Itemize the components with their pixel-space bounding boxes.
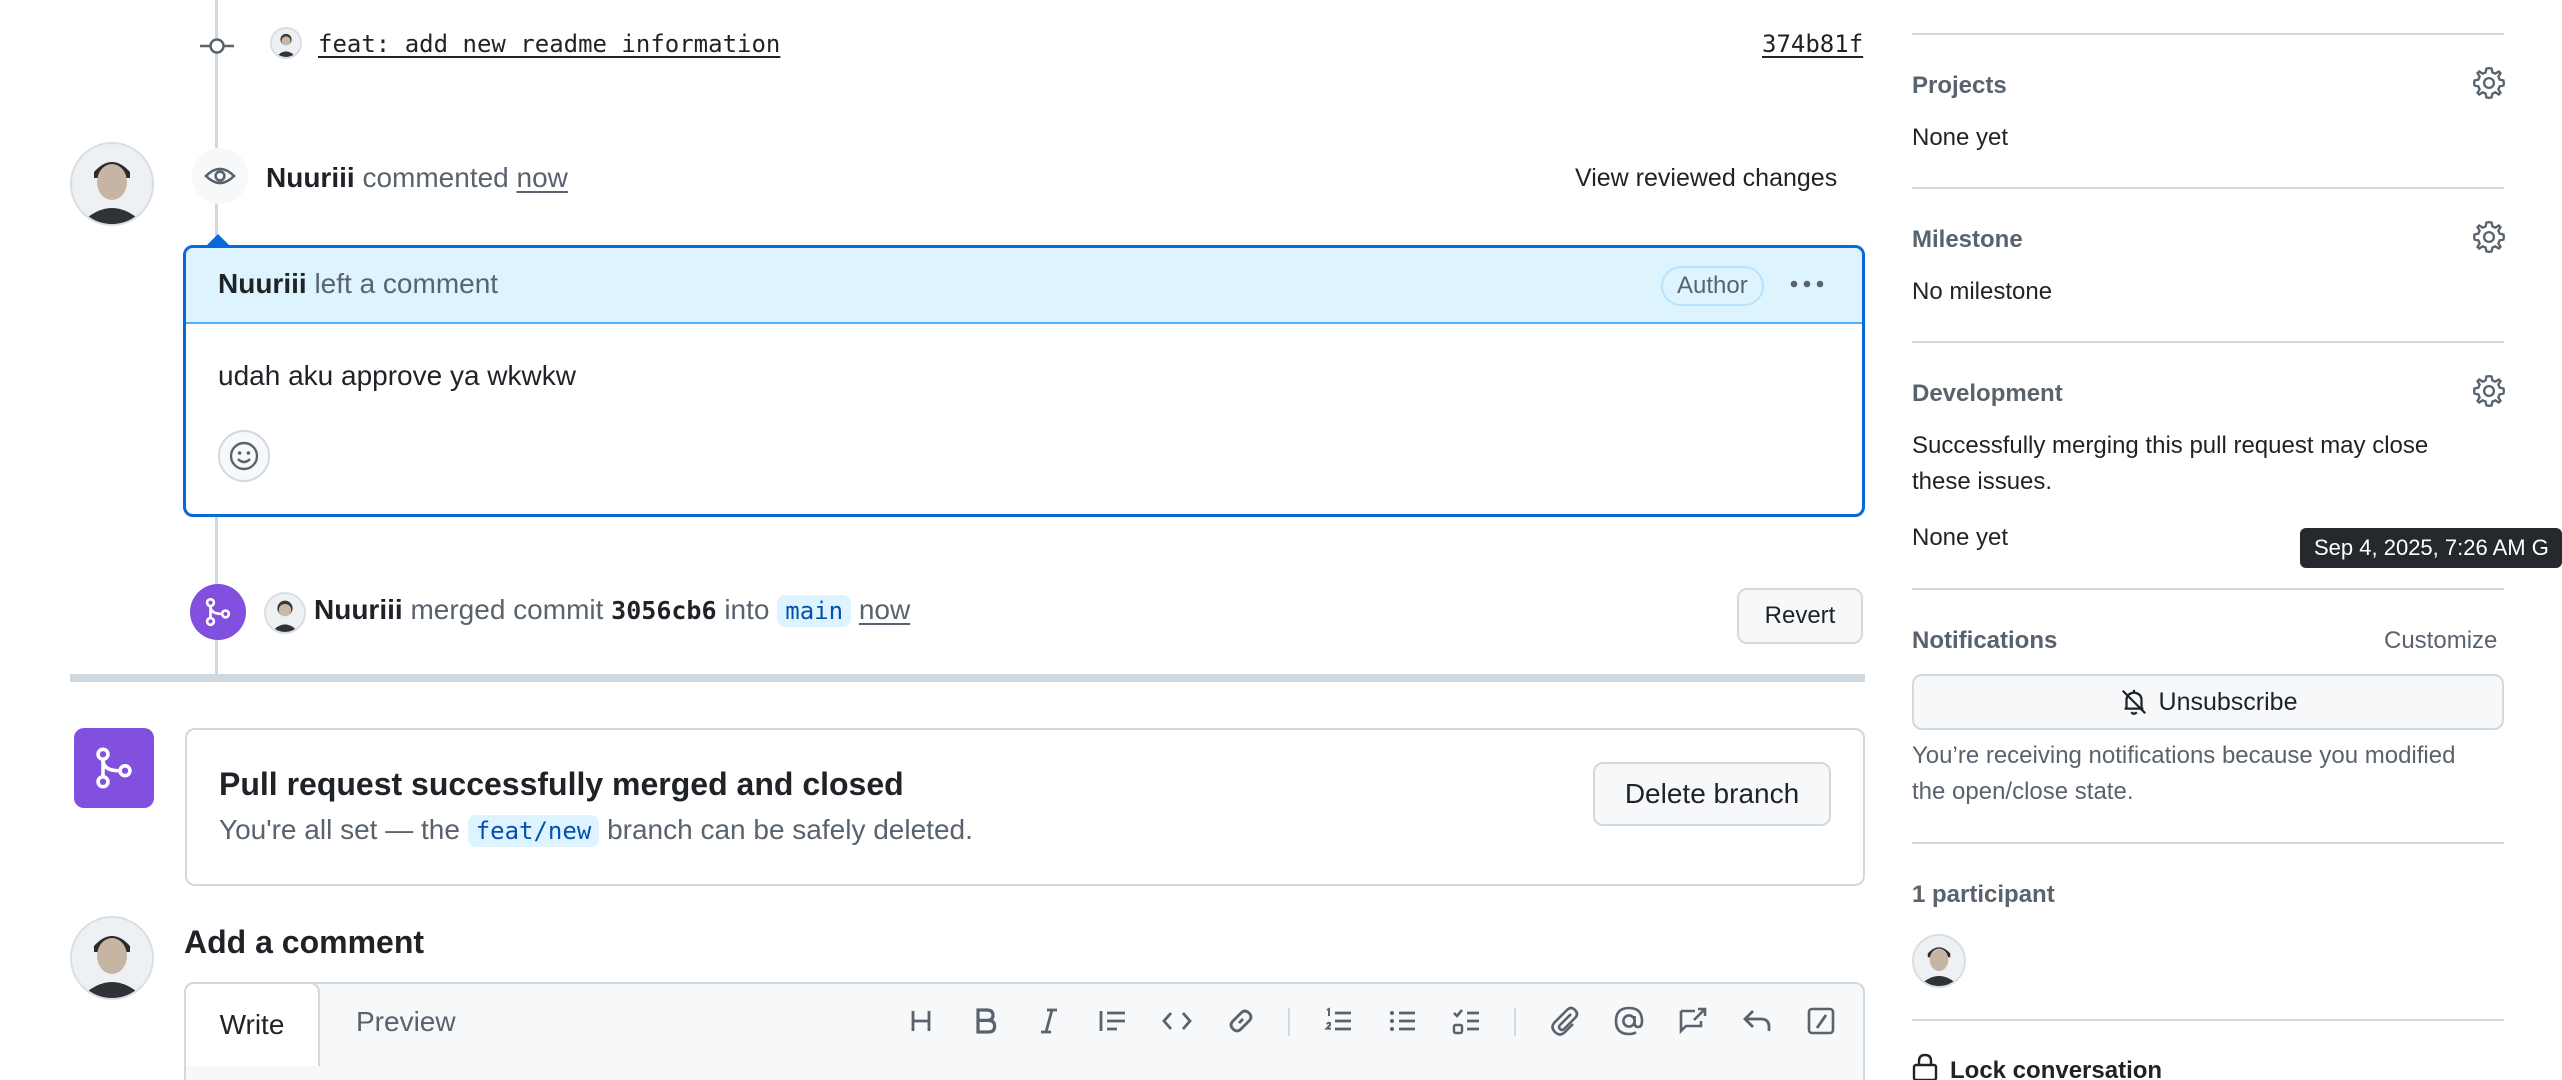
development-title[interactable]: Development — [1912, 380, 2063, 408]
merged-description: You're all set — the feat/new branch can… — [219, 814, 973, 847]
slash-command-icon[interactable] — [1804, 1004, 1838, 1038]
comment-body: udah aku approve ya wkwkw — [218, 360, 576, 391]
view-reviewed-changes-button[interactable]: View reviewed changes — [1575, 164, 1837, 193]
sidebar-divider — [1912, 187, 2504, 189]
projects-gear-icon[interactable] — [2472, 66, 2506, 100]
merged-text-before: You're all set — the — [219, 814, 460, 845]
lock-label: Lock conversation — [1950, 1057, 2163, 1080]
add-comment-title: Add a comment — [184, 924, 425, 960]
link-icon[interactable] — [1224, 1004, 1258, 1038]
sidebar-divider — [1912, 1019, 2504, 1021]
review-event-text: Nuuriii commented now — [266, 162, 568, 194]
timestamp-tooltip: Sep 4, 2025, 7:26 AM G — [2300, 528, 2562, 568]
comment-author[interactable]: Nuuriii — [218, 268, 307, 299]
lock-icon — [1912, 1052, 1938, 1080]
merge-event-text: Nuuriii merged commit 3056cb6 into main … — [314, 594, 910, 627]
merged-status-icon — [74, 728, 154, 808]
head-branch-link[interactable]: feat/new — [467, 815, 600, 847]
bell-slash-icon — [2119, 687, 2149, 717]
development-value: None yet — [1912, 524, 2009, 551]
merge-author[interactable]: Nuuriii — [314, 594, 403, 625]
task-list-icon[interactable] — [1450, 1004, 1484, 1038]
italic-icon[interactable] — [1032, 1004, 1066, 1038]
review-action: commented — [362, 162, 509, 193]
avatar[interactable] — [70, 142, 154, 226]
development-gear-icon[interactable] — [2472, 374, 2506, 408]
merged-status-box: Pull request successfully merged and clo… — [185, 728, 1865, 886]
mention-icon[interactable] — [1612, 1004, 1646, 1038]
tab-preview[interactable]: Preview — [356, 1006, 456, 1038]
merge-commit-link[interactable]: 3056cb6 — [611, 596, 716, 625]
comment-box: Nuuriii left a comment Author udah aku a… — [183, 245, 1865, 517]
attach-icon[interactable] — [1548, 1004, 1582, 1038]
avatar[interactable] — [1912, 934, 1966, 988]
milestone-value: No milestone — [1912, 278, 2053, 305]
sidebar-divider — [1912, 341, 2504, 343]
timeline-line — [215, 516, 218, 588]
merged-text-after: branch can be safely deleted. — [607, 814, 973, 845]
commit-icon — [200, 34, 234, 58]
timeline-end-divider — [70, 674, 1865, 682]
timeline-line — [215, 0, 218, 148]
avatar[interactable] — [270, 27, 302, 59]
revert-button[interactable]: Revert — [1737, 588, 1863, 644]
comment-header-suffix: left a comment — [314, 268, 499, 299]
projects-title[interactable]: Projects — [1912, 72, 2007, 100]
unsubscribe-button[interactable]: Unsubscribe — [1912, 674, 2504, 730]
development-description-line1: Successfully merging this pull request m… — [1912, 432, 2429, 459]
heading-icon[interactable] — [904, 1004, 938, 1038]
kebab-menu-icon[interactable] — [1787, 272, 1827, 296]
merged-title: Pull request successfully merged and clo… — [219, 766, 904, 802]
reply-icon[interactable] — [1740, 1004, 1774, 1038]
development-description-line2: these issues. — [1912, 468, 2053, 495]
base-branch-link[interactable]: main — [777, 595, 852, 627]
lock-conversation-link[interactable]: Lock conversation — [1912, 1052, 2162, 1080]
merge-action: merged commit — [410, 594, 604, 625]
comment-header-text: Nuuriii left a comment — [218, 268, 498, 300]
avatar[interactable] — [264, 592, 306, 634]
sidebar-divider — [1912, 588, 2504, 590]
bold-icon[interactable] — [968, 1004, 1002, 1038]
customize-link[interactable]: Customize — [2384, 627, 2497, 655]
participants-title: 1 participant — [1912, 881, 2055, 908]
commit-sha-link[interactable]: 374b81f — [1762, 30, 1863, 58]
eye-icon — [192, 148, 248, 204]
review-time-link[interactable]: now — [517, 162, 568, 193]
sidebar-divider — [1912, 842, 2504, 844]
milestone-gear-icon[interactable] — [2472, 220, 2506, 254]
author-badge: Author — [1661, 266, 1764, 306]
cross-reference-icon[interactable] — [1676, 1004, 1710, 1038]
tab-write[interactable]: Write — [184, 982, 320, 1066]
milestone-title[interactable]: Milestone — [1912, 226, 2023, 254]
merge-time-link[interactable]: now — [859, 594, 910, 625]
sidebar-divider — [1912, 33, 2504, 35]
unsubscribe-label: Unsubscribe — [2158, 687, 2298, 716]
projects-value: None yet — [1912, 124, 2009, 151]
notifications-note-line2: the open/close state. — [1912, 778, 2134, 805]
toolbar-divider — [1514, 1008, 1516, 1036]
merge-icon — [190, 584, 246, 640]
toolbar-divider — [1288, 1008, 1290, 1036]
notifications-note-line1: You’re receiving notifications because y… — [1912, 742, 2456, 769]
delete-branch-button[interactable]: Delete branch — [1593, 762, 1831, 826]
review-author[interactable]: Nuuriii — [266, 162, 355, 193]
notifications-title: Notifications — [1912, 627, 2058, 654]
comment-pointer — [206, 234, 230, 246]
code-icon[interactable] — [1160, 1004, 1194, 1038]
ordered-list-icon[interactable] — [1322, 1004, 1356, 1038]
add-reaction-icon[interactable] — [218, 430, 270, 482]
quote-icon[interactable] — [1096, 1004, 1130, 1038]
unordered-list-icon[interactable] — [1386, 1004, 1420, 1038]
comment-header: Nuuriii left a comment Author — [186, 248, 1862, 324]
merge-into: into — [724, 594, 770, 625]
commit-message-link[interactable]: feat: add new readme information — [318, 30, 780, 58]
avatar[interactable] — [70, 916, 154, 1000]
